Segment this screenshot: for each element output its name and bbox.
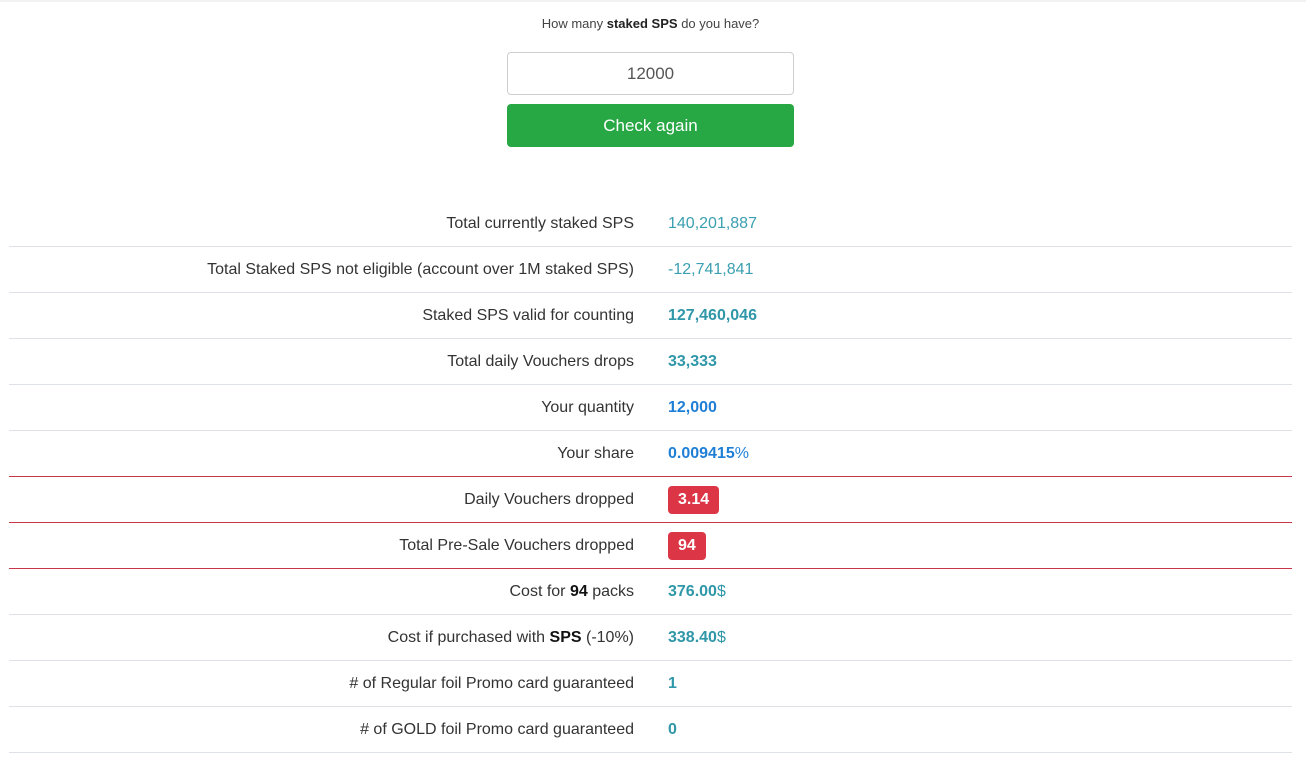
row-value: 12,000 (668, 398, 717, 416)
row-label: Staked SPS valid for counting (422, 306, 634, 324)
table-row-valid: Staked SPS valid for counting 127,460,04… (9, 293, 1292, 339)
row-label: Daily Vouchers dropped (464, 490, 634, 508)
row-value: -12,741,841 (668, 260, 754, 278)
row-value: 33,333 (668, 352, 717, 370)
row-value: 140,201,887 (668, 214, 757, 232)
staked-sps-question: How many staked SPS do you have? (507, 16, 794, 31)
table-row-daily-drops: Total daily Vouchers drops 33,333 (9, 339, 1292, 385)
row-label: Total currently staked SPS (446, 214, 634, 232)
cost-sps-value: 338.40 (668, 628, 717, 646)
table-row-quantity: Your quantity 12,000 (9, 385, 1292, 431)
share-unit: % (734, 444, 749, 462)
share-value: 0.009415 (668, 444, 735, 462)
row-label: Your quantity (541, 398, 634, 416)
cost-packs-unit: $ (716, 582, 726, 600)
table-row-presale-dropped: Total Pre-Sale Vouchers dropped 94 (9, 523, 1292, 569)
row-label: Your share (557, 444, 634, 462)
row-value: 3.14 (668, 485, 720, 514)
table-row-cost-packs: Cost for 94 packs 376.00$ (9, 569, 1292, 615)
staked-sps-input[interactable] (507, 52, 794, 95)
table-row-cost-sps: Cost if purchased with SPS (-10%) 338.40… (9, 615, 1292, 661)
cost-packs-label-prefix: Cost for (509, 582, 570, 600)
row-label: Cost for 94 packs (9, 583, 634, 601)
cost-packs-label-suffix: packs (587, 582, 634, 600)
check-again-button[interactable]: Check again (507, 104, 794, 147)
row-value: 0.009415% (668, 445, 749, 463)
cost-sps-label-suffix: (-10%) (581, 628, 634, 646)
table-row-share: Your share 0.009415% (9, 431, 1292, 477)
row-value: 338.40$ (668, 629, 726, 647)
row-label: # of GOLD foil Promo card guaranteed (360, 720, 634, 738)
row-label: Total daily Vouchers drops (447, 352, 634, 370)
presale-dropped-badge: 94 (668, 531, 706, 560)
cost-sps-label-prefix: Cost if purchased with (387, 628, 550, 646)
table-row-regular-promo: # of Regular foil Promo card guaranteed … (9, 661, 1292, 707)
table-row-gold-promo: # of GOLD foil Promo card guaranteed 0 (9, 707, 1292, 753)
row-label: Total Staked SPS not eligible (account o… (207, 260, 634, 278)
row-label: Total Pre-Sale Vouchers dropped (399, 536, 634, 554)
row-value: 0 (668, 720, 677, 738)
cost-packs-value: 376.00 (668, 582, 717, 600)
row-label: # of Regular foil Promo card guaranteed (349, 674, 634, 692)
question-bold: staked SPS (606, 16, 678, 31)
cost-packs-label-bold: 94 (569, 582, 588, 600)
question-suffix: do you have? (677, 16, 760, 31)
top-divider (0, 0, 1306, 2)
row-value: 1 (668, 674, 677, 692)
question-prefix: How many (541, 16, 607, 31)
row-value: 94 (668, 531, 706, 560)
results-table: Total currently staked SPS 140,201,887 T… (9, 201, 1292, 753)
row-value: 376.00$ (668, 583, 726, 601)
table-row-not-eligible: Total Staked SPS not eligible (account o… (9, 247, 1292, 293)
row-label: Cost if purchased with SPS (-10%) (9, 629, 634, 647)
table-row-daily-dropped: Daily Vouchers dropped 3.14 (9, 477, 1292, 523)
table-row-total-staked: Total currently staked SPS 140,201,887 (9, 201, 1292, 247)
row-value: 127,460,046 (668, 306, 757, 324)
cost-sps-unit: $ (716, 628, 726, 646)
daily-dropped-badge: 3.14 (668, 485, 720, 514)
cost-sps-label-bold: SPS (549, 628, 582, 646)
